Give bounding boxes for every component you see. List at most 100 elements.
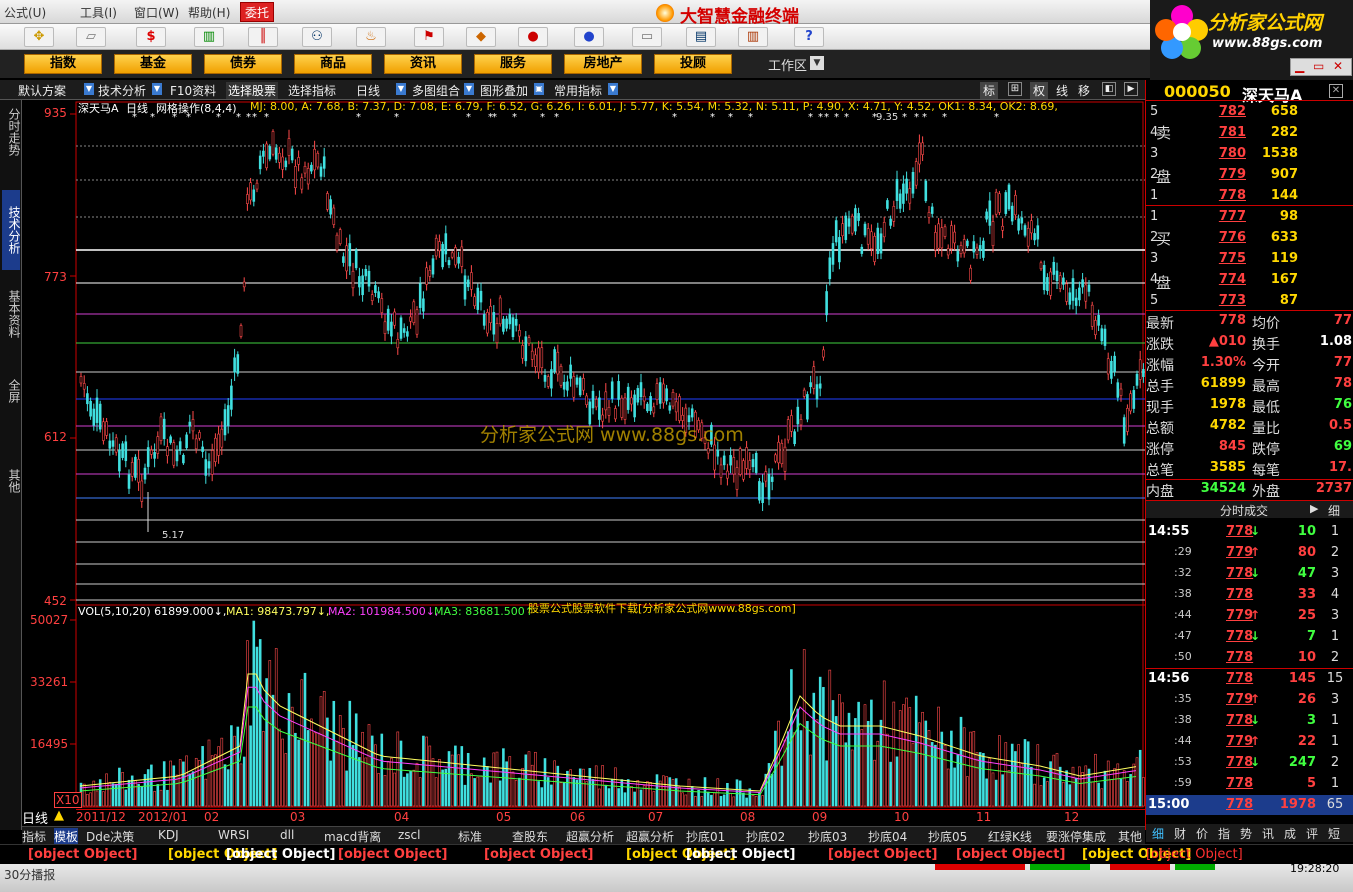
help-icon[interactable]: ? <box>794 27 824 47</box>
ruler-icon[interactable]: ▱ <box>76 27 106 47</box>
restore-icon[interactable]: ▭ <box>1313 59 1324 73</box>
lock-icon[interactable]: ▣ <box>534 83 544 95</box>
btn-line[interactable]: 线 <box>1056 82 1068 99</box>
tab-common-indicators[interactable]: 常用指标 <box>554 82 602 99</box>
bond-button[interactable]: 债券 <box>204 54 282 74</box>
grid-icon[interactable]: ⊞ <box>1008 82 1022 96</box>
indicator-tab[interactable]: 抄底04 <box>868 828 907 845</box>
indicator-tab[interactable]: 标准 <box>458 828 482 845</box>
crosshair-icon[interactable]: ✥ <box>24 27 54 47</box>
btn-rights[interactable]: 权 <box>1030 82 1049 99</box>
close-icon[interactable]: ✕ <box>1333 59 1343 73</box>
indicator-tab[interactable]: 超赢分析 <box>626 828 674 845</box>
news-ticker[interactable]: 30分播报 <box>4 866 55 883</box>
period-triangle-icon[interactable]: ▲ <box>54 808 64 823</box>
menu-formula[interactable]: 公式(U) <box>4 4 46 21</box>
menu-window[interactable]: 窗口(W) <box>134 4 179 21</box>
indicator-tab[interactable]: dll <box>280 828 294 842</box>
sidenav-fullscreen[interactable]: 全屏 <box>2 376 21 406</box>
tab-default-scheme[interactable]: 默认方案 <box>18 82 66 99</box>
buy-price[interactable]: 775 <box>1196 251 1246 266</box>
tab-overlay[interactable]: 图形叠加 <box>480 82 528 99</box>
indicator-tab[interactable]: KDJ <box>158 828 179 842</box>
indicator-tab[interactable]: macd背离 <box>324 828 381 845</box>
sidenav-tech-analysis[interactable]: 技术分析 <box>2 190 21 270</box>
sell-price[interactable]: 778 <box>1196 188 1246 203</box>
tab-daily[interactable]: 日线 <box>356 82 380 99</box>
index-button[interactable]: 指数 <box>24 54 102 74</box>
minimize-icon[interactable]: ▁ <box>1295 59 1304 73</box>
menu-help[interactable]: 帮助(H) <box>188 4 230 21</box>
right-tab[interactable]: 价 <box>1196 825 1208 842</box>
ticks-tab[interactable]: 细 <box>1328 502 1340 519</box>
news-button[interactable]: 资讯 <box>384 54 462 74</box>
right-tab[interactable]: 短 <box>1328 825 1340 842</box>
prev-icon[interactable]: ◧ <box>1102 82 1116 96</box>
right-tab[interactable]: 细 <box>1152 825 1164 842</box>
right-tab[interactable]: 讯 <box>1262 825 1274 842</box>
indicator-tab[interactable]: 红绿K线 <box>988 828 1032 845</box>
books-icon[interactable]: ▥ <box>738 27 768 47</box>
sell-price[interactable]: 781 <box>1196 125 1246 140</box>
close-panel-icon[interactable]: ✕ <box>1329 84 1343 98</box>
dollar-icon[interactable]: $ <box>136 27 166 47</box>
dropdown-arrow-icon[interactable]: ▼ <box>152 83 162 95</box>
tab-f10[interactable]: F10资料 <box>170 82 216 99</box>
bell-icon[interactable]: ♨ <box>356 27 386 47</box>
indicator-tab[interactable]: 要涨停集成 <box>1046 828 1106 845</box>
tab-select-stock[interactable]: 选择股票 <box>226 82 279 99</box>
right-tab[interactable]: 成 <box>1284 825 1296 842</box>
right-tab[interactable]: 评 <box>1306 825 1318 842</box>
flag-icon[interactable]: ⚑ <box>414 27 444 47</box>
globe-icon[interactable]: ● <box>574 27 604 47</box>
workarea-dropdown-icon[interactable]: ▼ <box>810 56 824 70</box>
indicator-tab[interactable]: 抄底03 <box>808 828 847 845</box>
diamond-icon[interactable]: ◆ <box>466 27 496 47</box>
btn-mark[interactable]: 标 <box>980 82 999 99</box>
dropdown-arrow-icon[interactable]: ▼ <box>84 83 94 95</box>
kline-chart-area[interactable]: * * * * * * * * * * * * * * * * * * * * * * * * * * * * * * * * 深天马A 日线… <box>22 100 1145 827</box>
buy-price[interactable]: 776 <box>1196 230 1246 245</box>
window-icon[interactable]: ▤ <box>686 27 716 47</box>
dropdown-arrow-icon[interactable]: ▼ <box>464 83 474 95</box>
buy-price[interactable]: 773 <box>1196 293 1246 308</box>
sidenav-other[interactable]: 其他 <box>2 466 21 496</box>
menu-tools[interactable]: 工具(I) <box>80 4 117 21</box>
buy-price[interactable]: 777 <box>1196 209 1246 224</box>
right-tab[interactable]: 势 <box>1240 825 1252 842</box>
indicator-tab[interactable]: zscl <box>398 828 420 842</box>
binoculars-icon[interactable]: ⚇ <box>302 27 332 47</box>
right-tab[interactable]: 财 <box>1174 825 1186 842</box>
entrust-button[interactable]: 委托 <box>240 2 275 22</box>
indicator-tab[interactable]: Dde决策 <box>86 828 134 845</box>
indicator-tab[interactable]: 抄底05 <box>928 828 967 845</box>
sphere-icon[interactable]: ● <box>518 27 548 47</box>
right-tab[interactable]: 指 <box>1218 825 1230 842</box>
indicator-tab[interactable]: 其他 <box>1118 828 1142 845</box>
tab-tech-analysis[interactable]: 技术分析 <box>98 82 146 99</box>
sidenav-timeshare[interactable]: 分时走势 <box>2 104 21 160</box>
indicator-tab[interactable]: 抄底01 <box>686 828 725 845</box>
service-button[interactable]: 服务 <box>474 54 552 74</box>
indicator-tab[interactable]: 查股东 <box>512 828 548 845</box>
indicator-tab[interactable]: 指标 <box>22 828 46 845</box>
sidenav-basic-info[interactable]: 基本资料 <box>2 286 21 342</box>
indicator-tab[interactable]: 模板 <box>54 828 79 845</box>
sell-price[interactable]: 782 <box>1196 104 1246 119</box>
commodity-button[interactable]: 商品 <box>294 54 372 74</box>
tab-multi-chart[interactable]: 多图组合 <box>412 82 460 99</box>
ticks-nav-icon[interactable]: ▶ <box>1310 502 1318 515</box>
sell-price[interactable]: 780 <box>1196 146 1246 161</box>
tab-select-indicator[interactable]: 选择指标 <box>288 82 336 99</box>
sell-price[interactable]: 779 <box>1196 167 1246 182</box>
buy-price[interactable]: 774 <box>1196 272 1246 287</box>
indicator-tab[interactable]: 超赢分析 <box>566 828 614 845</box>
kline-icon[interactable]: ▥ <box>194 27 224 47</box>
advisor-button[interactable]: 投顾 <box>654 54 732 74</box>
indicator-tab[interactable]: WRSI <box>218 828 249 842</box>
kline-chart-svg[interactable]: * * * * * * * * * * * * * * * * * * * * * * * * * * * * * * * * <box>22 100 1145 826</box>
realestate-button[interactable]: 房地产 <box>564 54 642 74</box>
dropdown-arrow-icon[interactable]: ▼ <box>396 83 406 95</box>
btn-move[interactable]: 移 <box>1078 82 1090 99</box>
indicator-tab[interactable]: 抄底02 <box>746 828 785 845</box>
